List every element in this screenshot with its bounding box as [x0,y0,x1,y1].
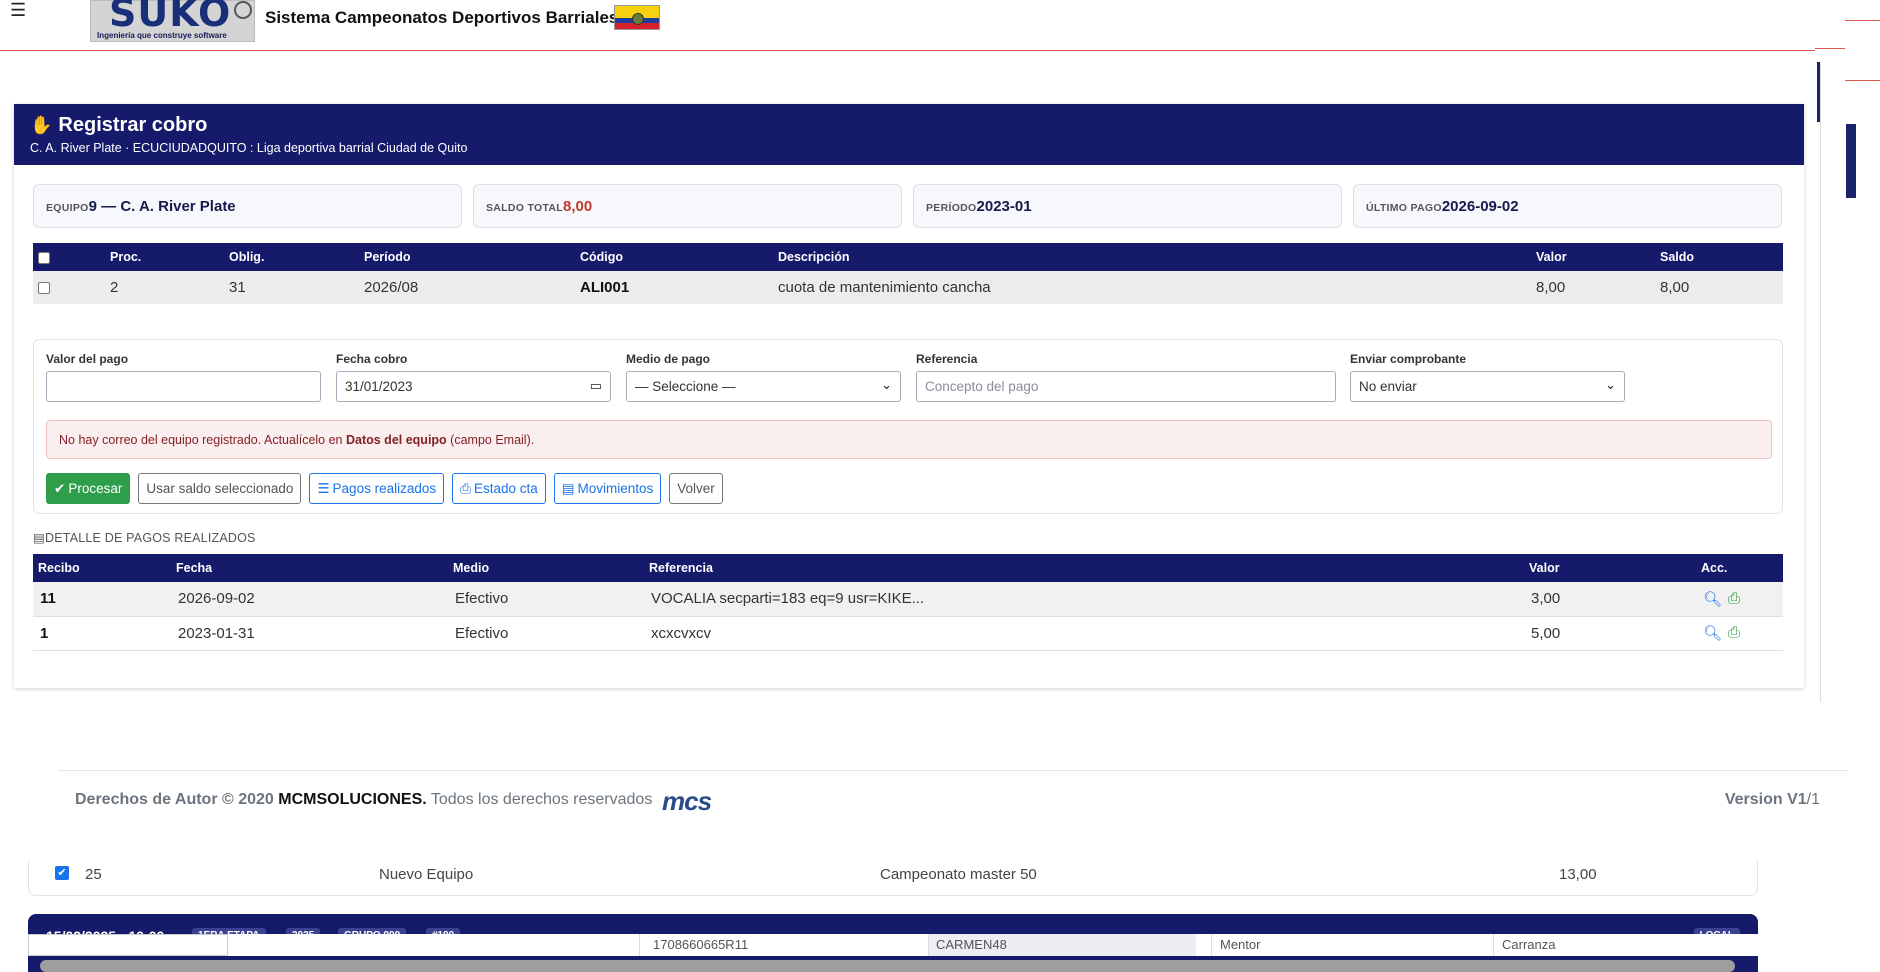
ecuador-flag-icon [614,5,660,30]
action-buttons: ✔ Procesar Usar saldo seleccionado ☰ Pagos… [46,473,723,504]
row-checkbox[interactable] [38,282,50,295]
divider [1845,20,1880,21]
email-alert: No hay correo del equipo registrado. Act… [46,420,1772,459]
hand-coin-icon: ✋ [30,115,53,135]
divider [1815,48,1845,49]
chevron-down-icon: ⌄ [881,377,892,392]
checkbox-checked-icon: ✔ [55,866,69,880]
card-header: ✋ Registrar cobro C. A. River Plate · ECU… [14,104,1804,165]
obligations-table: Proc. Oblig. Período Código Descripción … [33,243,1783,304]
enviar-select[interactable]: No enviar ⌄ [1350,371,1625,402]
estado-cta-button[interactable]: ⎙ Estado cta [452,473,546,504]
section-title: ▤DETALLE DE PAGOS REALIZADOS [33,531,256,545]
table-row: 1 2023-01-31 Efectivo xcxcvxcv 5,00 🔍︎ ⎙ [33,616,1783,651]
referencia-input[interactable]: Concepto del pago [916,371,1336,402]
printer-icon: ⎙ [460,480,471,496]
saldo-box: SALDO TOTAL 8,00 [473,184,902,228]
printer-icon[interactable]: ⎙ [1728,590,1740,608]
check-circle-icon: ✔ [54,480,66,496]
printer-icon[interactable]: ⎙ [1728,624,1740,642]
select-all-checkbox[interactable] [38,251,50,264]
table-header: Recibo Fecha Medio Referencia Valor Acc. [33,554,1783,582]
enviar-field: Enviar comprobante No enviar ⌄ [1350,352,1625,402]
document-icon: ▤ [561,480,575,496]
divider [1845,80,1880,81]
search-icon[interactable]: 🔍︎ [1703,590,1722,608]
pagos-realizados-button[interactable]: ☰ Pagos realizados [309,473,445,504]
top-bar: ☰ SUKO Ingeniería que construye software… [0,0,1815,51]
procesar-button[interactable]: ✔ Procesar [46,473,131,504]
table-header: Proc. Oblig. Período Código Descripción … [33,243,1783,271]
fecha-input[interactable]: 31/01/2023 ▭ [336,371,611,402]
volver-button[interactable]: Volver [669,473,723,504]
medio-field: Medio de pago — Seleccione — ⌄ [626,352,901,402]
clock-icon [234,1,252,19]
fecha-field: Fecha cobro 31/01/2023 ▭ [336,352,611,402]
footer: Derechos de Autor © 2020 MCMSOLUCIONES. … [58,770,1848,830]
equipo-box: EQUIPO 9 — C. A. River Plate [33,184,462,228]
divider [1815,62,1821,702]
background-row: ✔ 25 Nuevo Equipo Campeonato master 50 1… [28,860,1758,896]
table-row[interactable]: 2 31 2026/08 ALI001 cuota de mantenimien… [33,271,1783,304]
search-icon[interactable]: 🔍︎ [1703,624,1722,642]
app-title: Sistema Campeonatos Deportivos Barriales [265,8,619,27]
side-accent [1846,124,1856,198]
valor-input[interactable] [46,371,321,402]
ultimo-pago-box: ÚLTIMO PAGO 2026-09-02 [1353,184,1782,228]
version: Version V1/1 [1724,791,1820,808]
movimientos-button[interactable]: ▤ Movimientos [553,473,662,504]
usar-saldo-button[interactable]: Usar saldo seleccionado [138,473,302,504]
info-row: EQUIPO 9 — C. A. River Plate SALDO TOTAL 8… [33,184,1782,228]
logo[interactable]: SUKO Ingeniería que construye software [90,0,255,42]
mcs-logo: mcs [662,786,712,816]
valor-field: Valor del pago [46,352,321,402]
table-row: 11 2026-09-02 Efectivo VOCALIA secparti=… [33,582,1783,617]
menu-icon[interactable]: ☰ [10,0,26,21]
payments-table: Recibo Fecha Medio Referencia Valor Acc.… [33,554,1783,651]
horizontal-scrollbar[interactable] [40,960,1735,972]
chevron-down-icon: ⌄ [1605,377,1616,392]
medio-select[interactable]: — Seleccione — ⌄ [626,371,901,402]
card-title: Registrar cobro [58,114,208,136]
registrar-cobro-card: ✋ Registrar cobro C. A. River Plate · ECU… [14,104,1804,688]
referencia-field: Referencia Concepto del pago [916,352,1336,402]
card-subtitle: C. A. River Plate · ECUCIUDADQUITO : Lig… [30,141,468,155]
match-row: 1708660665R11 CARMEN48 Mentor Carranza [28,934,1758,956]
periodo-box: PERÍODO 2023-01 [913,184,1342,228]
calendar-icon[interactable]: ▭ [590,378,602,394]
datos-equipo-link[interactable]: Datos del equipo [346,433,447,447]
copyright: Derechos de Autor © 2020 MCMSOLUCIONES. … [75,791,653,808]
list-icon: ▤ [33,531,46,545]
payment-form: Valor del pago Fecha cobro 31/01/2023 ▭ M… [33,339,1783,514]
list-icon: ☰ [317,480,330,496]
